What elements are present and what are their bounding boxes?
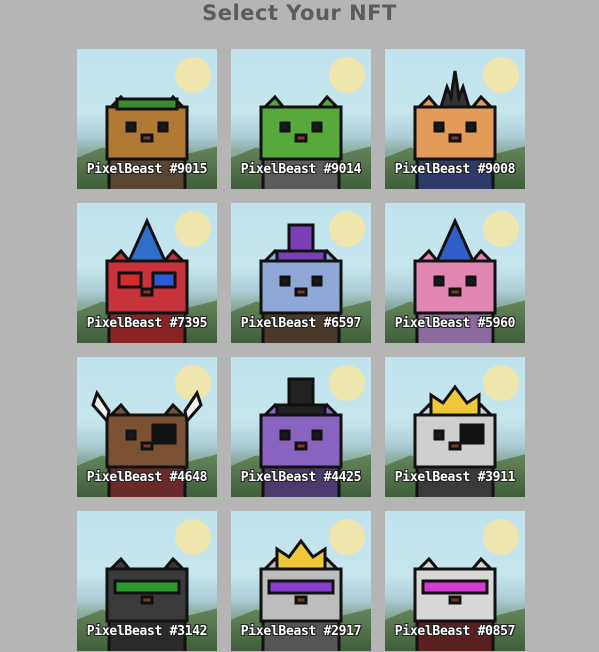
nft-card[interactable]: PixelBeast #3911 [385, 357, 525, 497]
nft-grid: PixelBeast #9015 PixelBeast #9014 PixelB… [77, 49, 525, 651]
nft-card[interactable]: PixelBeast #9008 [385, 49, 525, 189]
nft-name: PixelBeast #5960 [394, 316, 516, 331]
nft-card[interactable]: PixelBeast #9014 [231, 49, 371, 189]
nft-name: PixelBeast #3911 [394, 470, 516, 485]
nft-name: PixelBeast #0857 [394, 624, 516, 639]
nft-card[interactable]: PixelBeast #6597 [231, 203, 371, 343]
nft-name: PixelBeast #3142 [86, 624, 208, 639]
nft-name: PixelBeast #9015 [86, 162, 208, 177]
nft-name: PixelBeast #9008 [394, 162, 516, 177]
nft-name: PixelBeast #4425 [240, 470, 362, 485]
nft-card[interactable]: PixelBeast #3142 [77, 511, 217, 651]
nft-name: PixelBeast #6597 [240, 316, 362, 331]
nft-card[interactable]: PixelBeast #4648 [77, 357, 217, 497]
nft-card[interactable]: PixelBeast #5960 [385, 203, 525, 343]
nft-card[interactable]: PixelBeast #4425 [231, 357, 371, 497]
nft-card[interactable]: PixelBeast #0857 [385, 511, 525, 651]
nft-name: PixelBeast #9014 [240, 162, 362, 177]
nft-name: PixelBeast #7395 [86, 316, 208, 331]
nft-card[interactable]: PixelBeast #9015 [77, 49, 217, 189]
nft-name: PixelBeast #2917 [240, 624, 362, 639]
nft-name: PixelBeast #4648 [86, 470, 208, 485]
nft-card[interactable]: PixelBeast #2917 [231, 511, 371, 651]
page-title: Select Your NFT [202, 1, 397, 25]
nft-card[interactable]: PixelBeast #7395 [77, 203, 217, 343]
